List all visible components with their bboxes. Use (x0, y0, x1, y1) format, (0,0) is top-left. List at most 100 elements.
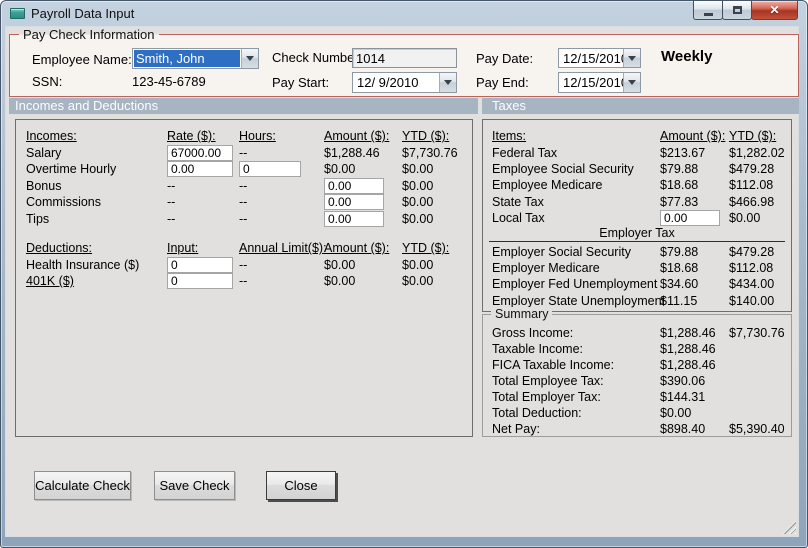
close-button[interactable]: Close (266, 471, 336, 500)
deductions-table: Deductions: Input: Annual Limit($): Amou… (26, 240, 472, 290)
deductions-amount-header: Amount ($): (324, 241, 390, 256)
pay-end-picker[interactable]: 12/15/2010 (558, 72, 641, 93)
federal-tax-label: Federal Tax (492, 145, 558, 160)
commissions-rate: -- (167, 195, 176, 210)
pay-start-picker[interactable]: 12/ 9/2010 (352, 72, 457, 93)
health-insurance-input[interactable] (167, 256, 233, 273)
employer-ss-label: Employer Social Security (492, 245, 631, 260)
employee-dropdown-button[interactable] (241, 49, 258, 68)
pay-date-dropdown-button[interactable] (623, 49, 640, 67)
pay-start-dropdown-button[interactable] (439, 73, 456, 92)
chevron-down-icon (444, 80, 452, 89)
overtime-row-label: Overtime Hourly (26, 162, 117, 177)
employer-fed-unemployment-label: Employer Fed Unemployment (492, 277, 658, 292)
health-insurance-row-label: Health Insurance ($) (26, 257, 140, 272)
bonus-hours: -- (239, 178, 248, 193)
gross-income-label: Gross Income: (492, 326, 574, 340)
employer-fed-unemployment-amount: $34.60 (660, 277, 699, 292)
incomes-table: Incomes: Rate ($): Hours: Amount ($): YT… (26, 128, 472, 227)
fica-taxable-income-label: FICA Taxable Income: (492, 358, 615, 372)
taxes-section-header: Taxes (482, 98, 799, 114)
window-controls: ✕ (693, 1, 798, 20)
summary-legend: Summary (491, 307, 553, 321)
tips-ytd: $0.00 (402, 211, 434, 226)
save-check-button[interactable]: Save Check (154, 471, 235, 500)
pay-end-value: 12/15/2010 (563, 75, 623, 90)
401k-row-label[interactable]: 401K ($) (26, 274, 167, 288)
incomes-header: Incomes: (26, 129, 77, 144)
total-employee-tax-label: Total Employee Tax: (492, 374, 604, 388)
bonus-amount-input[interactable] (324, 177, 384, 194)
resize-grip-icon[interactable] (783, 521, 796, 534)
tips-rate: -- (167, 211, 176, 226)
paycheck-info-legend: Pay Check Information (19, 27, 159, 42)
maximize-button[interactable] (722, 1, 752, 20)
commissions-amount-input[interactable] (324, 194, 384, 211)
client-area: Pay Check Information Employee Name: Smi… (5, 26, 799, 537)
summary-groupbox: Summary Gross Income: $1,288.46 $7,730.7… (482, 307, 792, 437)
tips-amount-input[interactable] (324, 210, 384, 227)
overtime-hours-input[interactable] (239, 161, 301, 178)
incomes-deductions-panel: Incomes: Rate ($): Hours: Amount ($): YT… (15, 119, 473, 437)
paycheck-info-groupbox: Pay Check Information Employee Name: Smi… (9, 27, 799, 97)
pay-end-label: Pay End: (476, 75, 529, 90)
input-header: Input: (167, 241, 199, 256)
salary-rate-input[interactable] (167, 144, 233, 161)
window-title: Payroll Data Input (31, 6, 135, 21)
deductions-header: Deductions: (26, 241, 93, 256)
taxable-income-amount: $1,288.46 (660, 342, 716, 356)
net-pay-label: Net Pay: (492, 422, 540, 436)
total-deduction-amount: $0.00 (660, 406, 692, 420)
total-employer-tax-amount: $144.31 (660, 390, 706, 404)
employer-medicare-amount: $18.68 (660, 261, 699, 276)
close-icon: ✕ (769, 3, 780, 17)
calculate-check-button[interactable]: Calculate Check (34, 471, 131, 500)
summary-table: Gross Income: $1,288.46 $7,730.76 Taxabl… (492, 325, 801, 437)
rate-header: Rate ($): (167, 129, 216, 144)
commissions-ytd: $0.00 (402, 195, 434, 210)
health-insurance-ytd: $0.00 (402, 257, 434, 272)
401k-input[interactable] (167, 273, 233, 290)
commissions-hours: -- (239, 195, 248, 210)
annual-limit-header: Annual Limit($): (239, 241, 327, 256)
employee-name-select[interactable]: Smith, John (132, 48, 259, 69)
employer-ss-amount: $79.88 (660, 245, 699, 260)
net-pay-ytd: $5,390.40 (729, 422, 785, 436)
pay-date-picker[interactable]: 12/15/2010 (558, 48, 641, 68)
bonus-row-label: Bonus (26, 178, 62, 193)
salary-amount: $1,288.46 (324, 145, 380, 160)
pay-frequency-label: Weekly (661, 48, 713, 65)
local-tax-input[interactable] (660, 210, 720, 227)
check-number-input[interactable] (352, 48, 457, 68)
state-tax-amount: $77.83 (660, 194, 699, 209)
health-insurance-amount: $0.00 (324, 257, 356, 272)
total-employer-tax-label: Total Employer Tax: (492, 390, 601, 404)
taxable-income-label: Taxable Income: (492, 342, 584, 356)
close-window-button[interactable]: ✕ (751, 1, 798, 20)
pay-end-dropdown-button[interactable] (623, 73, 640, 92)
local-tax-label: Local Tax (492, 211, 545, 226)
tips-hours: -- (239, 211, 248, 226)
chevron-down-icon (628, 55, 636, 65)
net-pay-amount: $898.40 (660, 422, 706, 436)
total-employee-tax-amount: $390.06 (660, 374, 706, 388)
401k-limit: -- (239, 274, 248, 289)
items-header: Items: (492, 129, 527, 144)
employer-state-unemployment-amount: $11.15 (660, 293, 698, 308)
hours-header: Hours: (239, 129, 276, 144)
employer-taxes-table: Employer Social Security $79.88 $479.28 … (492, 244, 801, 309)
minimize-icon (703, 12, 713, 16)
minimize-button[interactable] (693, 1, 723, 20)
state-tax-ytd: $466.98 (729, 194, 775, 209)
gross-income-ytd: $7,730.76 (729, 326, 785, 340)
401k-amount: $0.00 (324, 274, 356, 289)
titlebar[interactable]: Payroll Data Input (1, 1, 807, 26)
payroll-window: Payroll Data Input ✕ Pay Check Informati… (0, 0, 808, 548)
salary-ytd: $7,730.76 (402, 145, 458, 160)
federal-tax-ytd: $1,282.02 (729, 145, 785, 160)
app-icon (10, 8, 25, 19)
employer-tax-header: Employer Tax (599, 226, 675, 240)
overtime-rate-input[interactable] (167, 161, 233, 178)
pay-start-label: Pay Start: (272, 75, 330, 90)
employee-ss-ytd: $479.28 (729, 161, 775, 176)
